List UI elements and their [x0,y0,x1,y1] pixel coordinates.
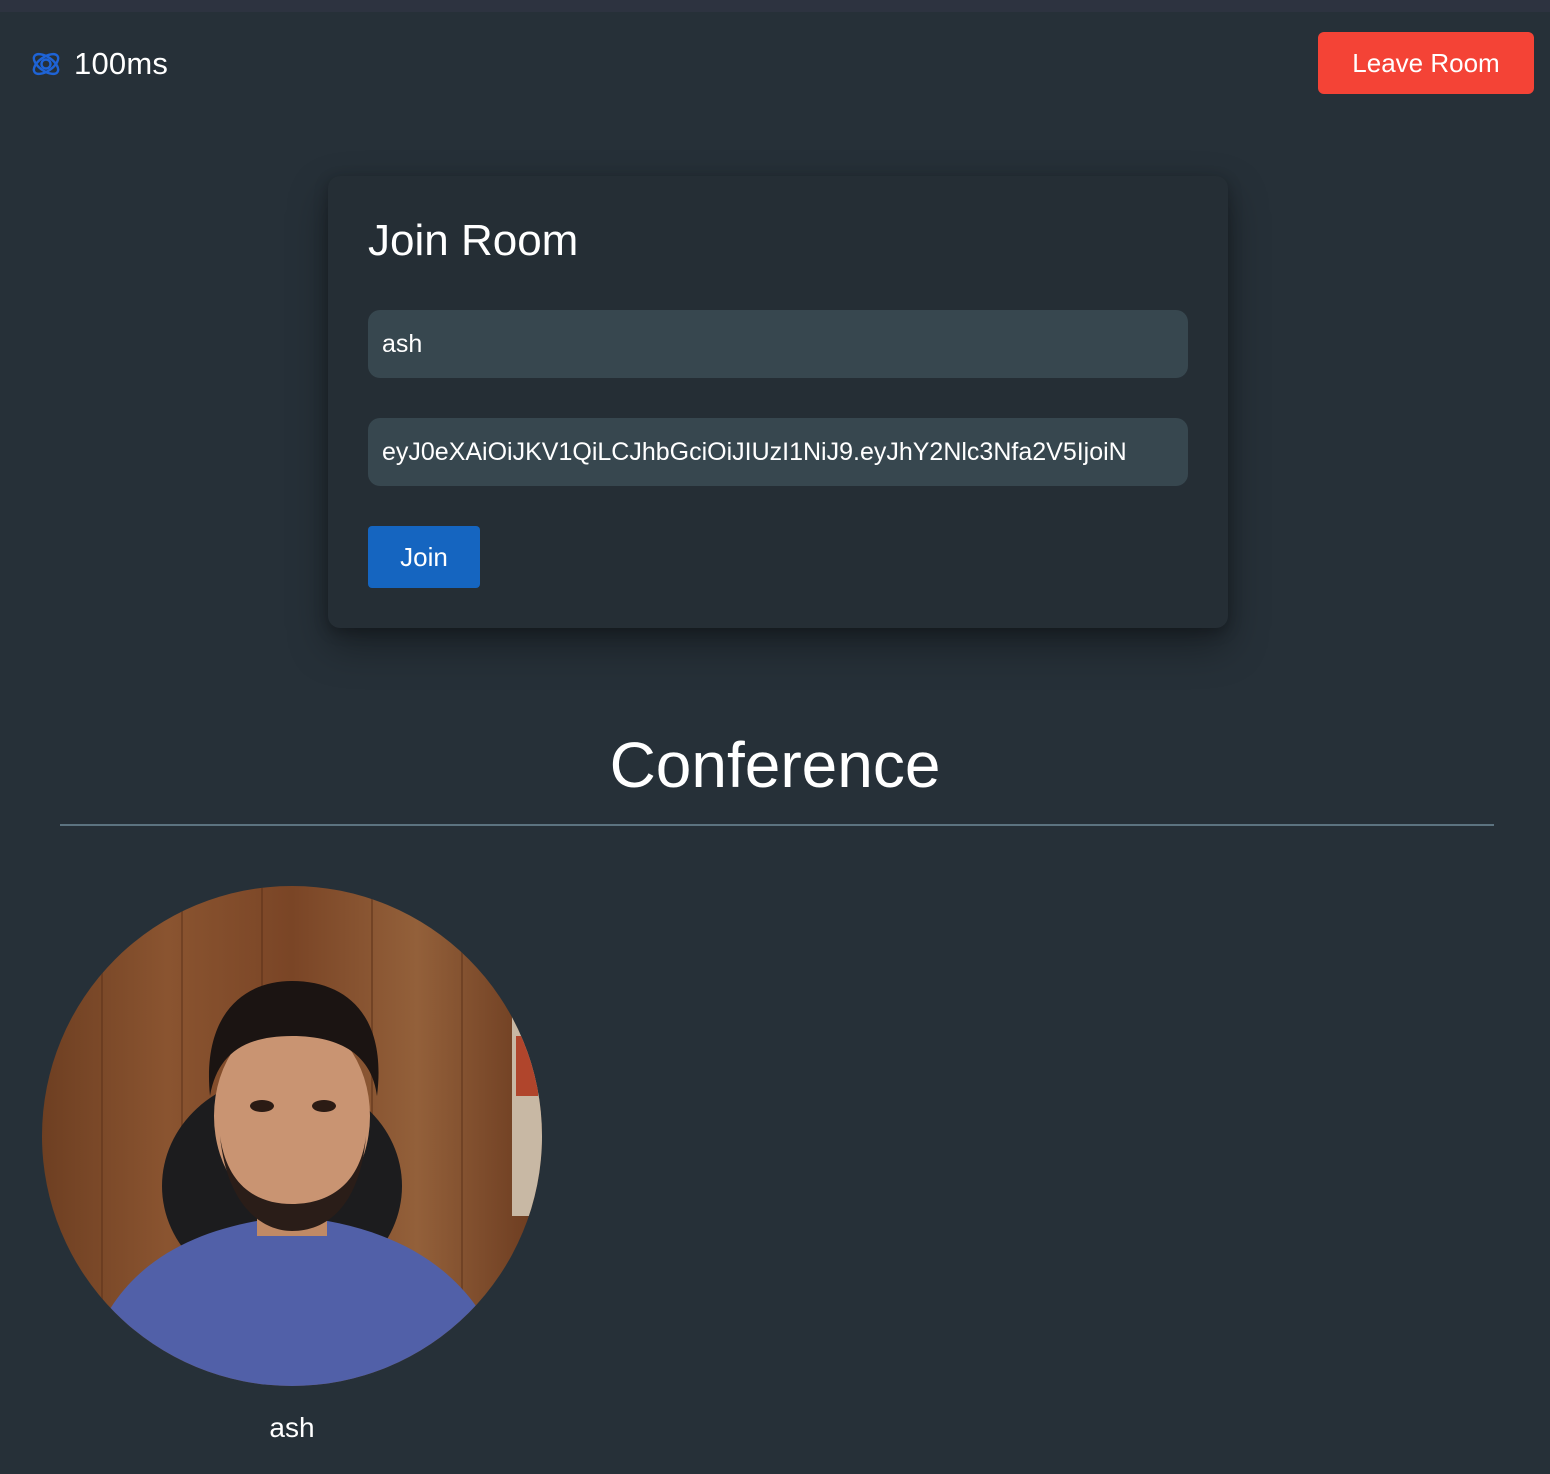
brand[interactable]: 100ms [28,46,168,82]
window-top-strip [0,0,1550,12]
brand-name: 100ms [74,46,169,81]
100ms-logo-icon [32,52,60,76]
join-button[interactable]: Join [368,526,480,588]
token-input[interactable] [368,418,1188,486]
name-input[interactable] [368,310,1188,378]
peer-video-tile[interactable] [42,886,542,1386]
peer-name-label: ash [269,1412,315,1443]
join-room-card: Join Room Join [328,176,1228,628]
leave-room-button[interactable]: Leave Room [1318,32,1534,94]
conference-title: Conference [609,729,941,801]
app-header: 100ms Leave Room [0,12,1550,112]
join-room-title: Join Room [368,216,579,265]
conference-divider [60,824,1494,826]
peer-video-frame [42,886,542,1386]
